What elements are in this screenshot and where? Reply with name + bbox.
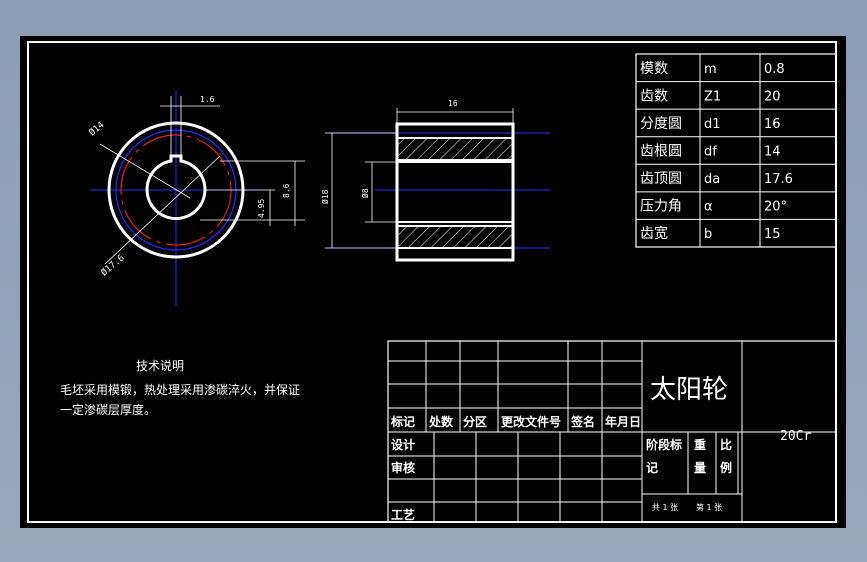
title-block: 太阳轮 20Cr 标记 处数 分区 更改文件号 签名 年月日 设计 审核 工艺 阶段标 记… [387, 340, 837, 523]
part-name: 太阳轮 [650, 375, 728, 405]
param-value: 17.6 [764, 172, 793, 187]
dim-hub-dia: Ø18 [320, 189, 330, 204]
revision-header: 标记 [390, 414, 415, 429]
param-label: 齿根圆 [640, 144, 682, 160]
param-label: 压力角 [640, 199, 682, 215]
revision-header: 处数 [428, 414, 454, 429]
tech-notes-line-2: 一定渗碳层厚度。 [60, 402, 156, 417]
param-symbol: b [704, 227, 712, 242]
dim-inner-dia: Ø8 [360, 188, 370, 198]
param-value: 15 [764, 227, 781, 242]
param-symbol: m [704, 62, 717, 77]
dim-bore-dia: Ø14 [87, 119, 107, 138]
tech-notes-line-1: 毛坯采用模锻，热处理采用渗碳淬火，并保证 [60, 382, 300, 397]
cad-drawing: Ø14 Ø17.6 1.6 4.95 8.6 16 Ø18 Ø8 模数 m 0.… [27, 41, 837, 523]
param-symbol: da [704, 172, 720, 187]
dim-bore-height: 8.6 [282, 183, 291, 198]
drawing-border [27, 41, 837, 523]
dim-key-width: 1.6 [200, 95, 215, 104]
revision-header: 更改文件号 [501, 414, 561, 429]
stage-mark-label: 阶段标 [646, 437, 682, 452]
scale-label-2: 例 [720, 460, 732, 475]
param-label: 齿数 [640, 88, 668, 104]
param-table: 模数 m 0.8 齿数 Z1 20 分度圆 d1 16 齿根圆 df 14 齿顶圆 da 17.6 压力角 α 2… [635, 53, 837, 248]
revision-headers: 标记 处数 分区 更改文件号 签名 年月日 [390, 414, 641, 429]
dim-line-outer [104, 155, 221, 265]
param-symbol: df [704, 145, 717, 160]
weight-label: 重 [694, 437, 706, 452]
param-value: 0.8 [764, 62, 785, 77]
param-label: 齿宽 [640, 225, 668, 242]
tech-notes-title: 技术说明 [136, 358, 184, 373]
param-value: 14 [764, 145, 781, 160]
param-label: 齿顶圆 [640, 171, 682, 187]
scale-label: 比 [720, 437, 732, 452]
review-label: 审核 [391, 460, 415, 475]
design-label: 设计 [391, 437, 415, 452]
dim-width: 16 [448, 99, 458, 108]
param-value: 20 [764, 89, 781, 104]
revision-header: 分区 [463, 414, 487, 429]
param-symbol: α [704, 200, 713, 215]
param-value: 20° [764, 200, 787, 215]
revision-header: 年月日 [605, 414, 641, 429]
weight-label-2: 量 [694, 461, 706, 475]
hatch-top [396, 137, 514, 161]
revision-header: 签名 [570, 414, 595, 429]
param-value: 16 [764, 117, 781, 132]
param-symbol: Z1 [704, 89, 721, 104]
param-label: 分度圆 [640, 116, 682, 132]
dim-keyway-depth: 4.95 [257, 199, 266, 218]
front-view: Ø14 Ø17.6 1.6 4.95 8.6 [87, 91, 305, 306]
param-symbol: d1 [704, 117, 721, 132]
section-view: 16 Ø18 Ø8 [320, 99, 550, 262]
mark-label: 记 [646, 461, 658, 475]
param-label: 模数 [640, 61, 668, 77]
process-label: 工艺 [391, 507, 415, 522]
drawing-canvas: Ø14 Ø17.6 1.6 4.95 8.6 16 Ø18 Ø8 模数 m 0.… [20, 36, 846, 528]
sheets-total: 共 1 张 [652, 503, 678, 512]
sheet-number: 第 1 张 [696, 502, 722, 512]
material: 20Cr [780, 429, 811, 444]
hatch-bottom [396, 225, 514, 249]
tech-notes: 技术说明 毛坯采用模锻，热处理采用渗碳淬火，并保证 一定渗碳层厚度。 [60, 358, 300, 417]
